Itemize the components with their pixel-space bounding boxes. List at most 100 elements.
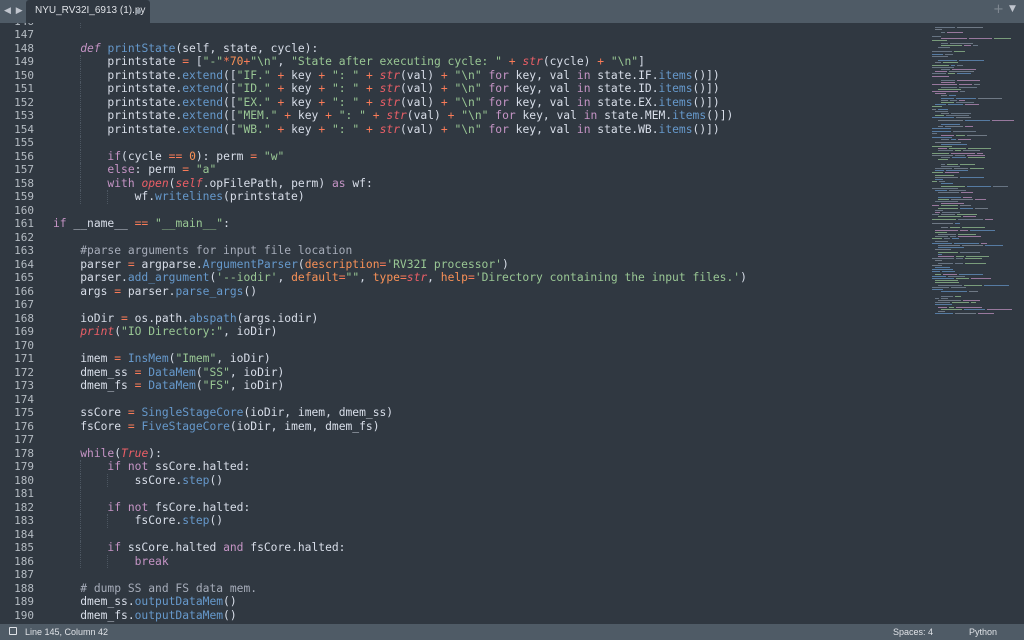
cursor-position[interactable]: Line 145, Column 42: [25, 627, 108, 637]
code-text[interactable]: ioDir = os.path.abspath(args.iodir): [53, 312, 318, 326]
code-line[interactable]: 188 # dump SS and FS data mem.: [0, 582, 920, 596]
code-line[interactable]: 157 else: perm = "a": [0, 163, 920, 177]
code-line[interactable]: 159 wf.writelines(printstate): [0, 190, 920, 204]
code-text[interactable]: dmem_ss = DataMem("SS", ioDir): [53, 366, 284, 380]
code-line[interactable]: 168 ioDir = os.path.abspath(args.iodir): [0, 312, 920, 326]
code-line[interactable]: 182 if not fsCore.halted:: [0, 500, 920, 515]
code-text[interactable]: print("IO Directory:", ioDir): [53, 325, 277, 339]
code-text[interactable]: dmem_fs = DataMem("FS", ioDir): [53, 379, 284, 393]
code-text[interactable]: dmem_ss.outputDataMem(): [53, 595, 236, 609]
minimap-line: [951, 139, 956, 141]
code-line[interactable]: 152 printstate.extend(["EX." + key + ": …: [0, 95, 920, 110]
minimap-line: [938, 247, 964, 249]
minimap-line: [938, 245, 961, 246]
code-line[interactable]: 169 print("IO Directory:", ioDir): [0, 325, 920, 339]
code-line[interactable]: 165 parser.add_argument('--iodir', defau…: [0, 271, 920, 285]
code-text[interactable]: ssCore.step(): [53, 474, 223, 488]
code-line[interactable]: 166 args = parser.parse_args(): [0, 285, 920, 299]
code-text[interactable]: parser = argparse.ArgumentParser(descrip…: [53, 258, 509, 272]
code-text[interactable]: wf.writelines(printstate): [53, 190, 305, 204]
code-line[interactable]: 164 parser = argparse.ArgumentParser(des…: [0, 258, 920, 272]
code-line[interactable]: 186 break: [0, 554, 920, 569]
code-text[interactable]: if(cycle == 0): perm = "w": [53, 150, 284, 164]
code-text[interactable]: printstate.extend(["IF." + key + ": " + …: [53, 69, 719, 83]
code-line[interactable]: 148 def printState(self, state, cycle):: [0, 42, 920, 56]
code-text[interactable]: dmem_fs.outputDataMem(): [53, 609, 236, 623]
minimap-line: [964, 119, 990, 121]
tab-active-file[interactable]: NYU_RV32I_6913 (1).py: [26, 0, 150, 23]
code-line[interactable]: 150 printstate.extend(["IF." + key + ": …: [0, 68, 920, 83]
line-number: 165: [14, 271, 34, 284]
code-text[interactable]: parser.add_argument('--iodir', default="…: [53, 271, 747, 285]
code-line[interactable]: 177: [0, 433, 920, 447]
code-editor[interactable]: 146 self.cycle += 1147148 def printState…: [0, 23, 1024, 624]
code-line[interactable]: 160: [0, 204, 920, 218]
code-line[interactable]: 167: [0, 298, 920, 312]
code-line[interactable]: 154 printstate.extend(["WB." + key + ": …: [0, 122, 920, 137]
code-line[interactable]: 189 dmem_ss.outputDataMem(): [0, 595, 920, 609]
code-text[interactable]: with open(self.opFilePath, perm) as wf:: [53, 177, 372, 191]
code-line[interactable]: 178 while(True):: [0, 447, 920, 461]
code-text[interactable]: args = parser.parse_args(): [53, 285, 257, 299]
tab-title[interactable]: NYU_RV32I_6913 (1).py: [35, 5, 145, 16]
tab-list-dropdown-icon[interactable]: ▼: [1009, 4, 1016, 14]
code-line[interactable]: 174: [0, 393, 920, 407]
code-line[interactable]: 147: [0, 28, 920, 42]
syntax-selector[interactable]: Python: [969, 627, 997, 637]
code-line[interactable]: 153 printstate.extend(["MEM." + key + ":…: [0, 109, 920, 123]
code-line[interactable]: 161 if __name__ == "__main__":: [0, 217, 920, 231]
code-line[interactable]: 180 ssCore.step(): [0, 473, 920, 488]
code-line[interactable]: 190 dmem_fs.outputDataMem(): [0, 609, 920, 623]
minimap[interactable]: [924, 23, 1022, 624]
new-tab-plus-icon[interactable]: +: [993, 2, 1004, 17]
code-line[interactable]: 149 printstate = ["-"*70+"\n", "State af…: [0, 55, 920, 69]
code-text[interactable]: break: [53, 555, 169, 569]
code-text[interactable]: fsCore.step(): [53, 514, 223, 528]
code-line[interactable]: 155: [0, 136, 920, 150]
code-line[interactable]: 151 printstate.extend(["ID." + key + ": …: [0, 82, 920, 96]
code-line[interactable]: 175 ssCore = SingleStageCore(ioDir, imem…: [0, 406, 920, 420]
code-text[interactable]: if ssCore.halted and fsCore.halted:: [53, 541, 345, 555]
code-line[interactable]: 156 if(cycle == 0): perm = "w": [0, 149, 920, 164]
code-text[interactable]: else: perm = "a": [53, 163, 216, 177]
minimap-line: [932, 51, 952, 53]
code-line[interactable]: 185 if ssCore.halted and fsCore.halted:: [0, 541, 920, 555]
code-text[interactable]: ssCore = SingleStageCore(ioDir, imem, dm…: [53, 406, 393, 420]
code-text[interactable]: if __name__ == "__main__":: [53, 217, 230, 231]
code-line[interactable]: 176 fsCore = FiveStageCore(ioDir, imem, …: [0, 420, 920, 434]
code-line[interactable]: 179 if not ssCore.halted:: [0, 460, 920, 474]
code-text[interactable]: # dump SS and FS data mem.: [53, 582, 257, 596]
code-line[interactable]: 173 dmem_fs = DataMem("FS", ioDir): [0, 379, 920, 393]
code-line[interactable]: 171 imem = InsMem("Imem", ioDir): [0, 352, 920, 366]
indentation-setting[interactable]: Spaces: 4: [893, 627, 933, 637]
code-line[interactable]: 184: [0, 527, 920, 541]
code-text[interactable]: printstate.extend(["ID." + key + ": " + …: [53, 82, 719, 96]
tab-navigation-arrows-icon[interactable]: ◀ ▶: [4, 3, 26, 19]
code-line[interactable]: 158 with open(self.opFilePath, perm) as …: [0, 176, 920, 191]
code-text[interactable]: printstate.extend(["MEM." + key + ": " +…: [53, 109, 733, 123]
code-line[interactable]: 183 fsCore.step(): [0, 514, 920, 528]
line-number: 147: [14, 28, 34, 41]
code-text[interactable]: printstate.extend(["EX." + key + ": " + …: [53, 96, 719, 110]
code-text[interactable]: def printState(self, state, cycle):: [53, 42, 318, 56]
code-text[interactable]: imem = InsMem("Imem", ioDir): [53, 352, 271, 366]
code-line[interactable]: 170: [0, 339, 920, 353]
code-line[interactable]: 172 dmem_ss = DataMem("SS", ioDir): [0, 366, 920, 380]
code-text[interactable]: if not ssCore.halted:: [53, 460, 250, 474]
code-line[interactable]: 162: [0, 231, 920, 245]
code-line[interactable]: 163 #parse arguments for input file loca…: [0, 244, 920, 258]
minimap-line: [942, 212, 961, 213]
code-text[interactable]: printstate = ["-"*70+"\n", "State after …: [53, 55, 644, 69]
code-line[interactable]: 181: [0, 487, 920, 501]
code-text[interactable]: printstate.extend(["WB." + key + ": " + …: [53, 123, 719, 137]
code-line[interactable]: 187: [0, 568, 920, 582]
minimap-line: [935, 170, 945, 172]
unsaved-dot-icon[interactable]: [136, 9, 141, 14]
minimap-line: [958, 236, 982, 238]
minimap-line: [932, 275, 947, 277]
code-text[interactable]: fsCore = FiveStageCore(ioDir, imem, dmem…: [53, 420, 379, 434]
code-text[interactable]: while(True):: [53, 447, 162, 461]
code-text[interactable]: if not fsCore.halted:: [53, 501, 250, 515]
code-text[interactable]: #parse arguments for input file location: [53, 244, 352, 258]
panel-toggle-icon[interactable]: [9, 627, 17, 635]
